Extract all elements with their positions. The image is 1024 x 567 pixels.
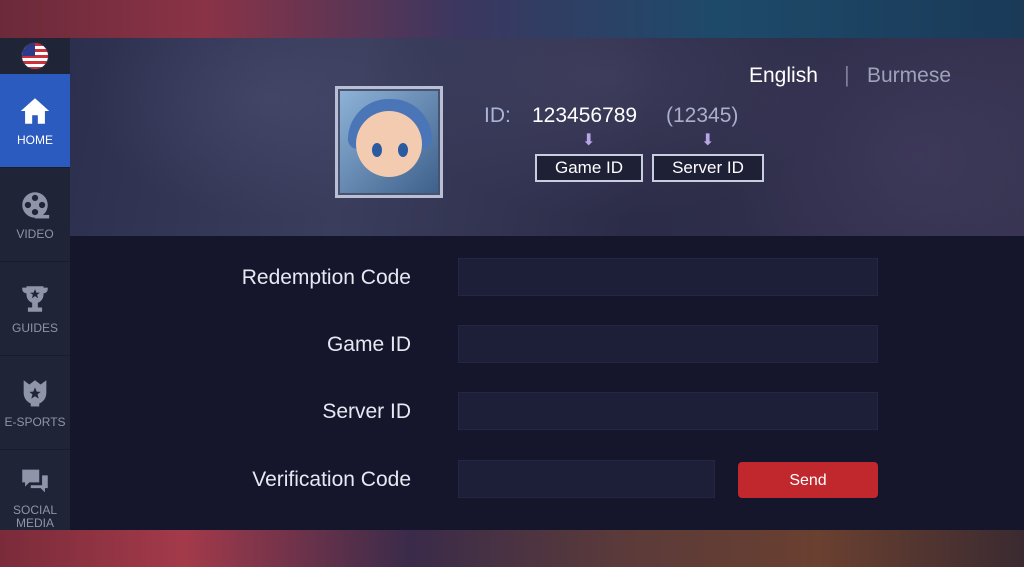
server-id-tag: Server ID (652, 154, 764, 182)
avatar-eye (398, 143, 408, 157)
sidebar-item-label: VIDEO (16, 227, 54, 241)
profile-header: English | Burmese ID: 123456789 (12345) … (70, 38, 1024, 236)
trophy-icon (22, 286, 48, 312)
id-label: ID: (484, 104, 511, 127)
avatar-face (356, 111, 422, 177)
server-id-label: Server ID (322, 400, 411, 423)
arrow-down-icon: ⬇ (582, 132, 596, 149)
language-english-link[interactable]: English (749, 64, 818, 88)
hero-avatar (335, 86, 443, 198)
sidebar-item-label: GUIDES (11, 321, 58, 335)
us-flag-icon (21, 42, 49, 70)
language-separator: | (844, 62, 850, 87)
game-id-value: 123456789 (532, 104, 638, 127)
film-reel-icon (22, 192, 50, 219)
sidebar-item-guides[interactable]: GUIDES (0, 262, 70, 356)
sidebar-item-label: SOCIAL MEDIA (12, 502, 57, 530)
sidebar-item-label: E-SPORTS (4, 415, 66, 429)
sidebar: HOME VIDEO GUIDES E-SPORTS SOCIAL MEDIA (0, 38, 70, 544)
chat-bubbles-icon (22, 469, 48, 492)
home-icon (20, 98, 50, 124)
avatar-eye (372, 143, 382, 157)
arrow-down-icon: ⬇ (701, 132, 715, 149)
background-art-top (0, 0, 1024, 38)
language-flag-button[interactable] (0, 38, 70, 74)
verification-code-label: Verification Code (252, 468, 411, 491)
redemption-form: Redemption Code Game ID Server ID Verifi… (70, 236, 1024, 530)
server-id-input[interactable] (458, 392, 878, 430)
app-window: HOME VIDEO GUIDES E-SPORTS SOCIAL MEDIA … (0, 38, 1024, 544)
redemption-code-input[interactable] (458, 258, 878, 296)
sidebar-item-esports[interactable]: E-SPORTS (0, 356, 70, 450)
game-id-tag: Game ID (535, 154, 643, 182)
esports-emblem-icon (23, 380, 47, 407)
verification-code-input[interactable] (458, 460, 715, 498)
redemption-code-label: Redemption Code (241, 266, 411, 289)
sidebar-item-label: HOME (17, 133, 53, 147)
game-id-label: Game ID (326, 333, 411, 356)
background-art-bottom (0, 530, 1024, 567)
game-id-input[interactable] (458, 325, 878, 363)
send-button[interactable]: Send (738, 462, 878, 498)
sidebar-item-video[interactable]: VIDEO (0, 168, 70, 262)
language-burmese-link[interactable]: Burmese (867, 64, 951, 88)
sidebar-item-home[interactable]: HOME (0, 74, 70, 168)
server-id-value: (12345) (666, 104, 739, 127)
